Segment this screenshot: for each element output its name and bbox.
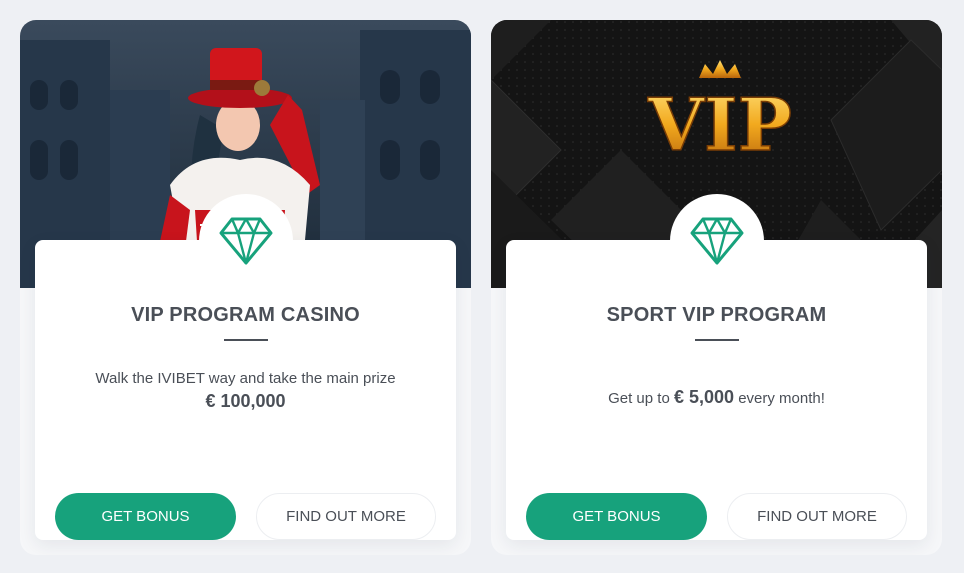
find-out-more-button[interactable]: FIND OUT MORE — [256, 493, 436, 540]
card-title: VIP PROGRAM CASINO — [131, 304, 360, 326]
diamond-badge — [669, 194, 764, 288]
card-description: Walk the IVIBET way and take the main pr… — [35, 368, 456, 412]
title-divider — [223, 339, 268, 341]
description-text: Walk the IVIBET way and take the main pr… — [95, 370, 396, 387]
description-suffix: every month! — [738, 390, 825, 407]
vip-casino-card: VIP PROGRAM CASINO Walk the IVIBET way a… — [20, 20, 471, 555]
sport-vip-info-panel: SPORT VIP PROGRAM Get up to € 5,000 ever… — [506, 194, 927, 540]
find-out-more-button[interactable]: FIND OUT MORE — [727, 493, 907, 540]
get-bonus-button[interactable]: GET BONUS — [526, 493, 707, 540]
vip-programs-section: VIP PROGRAM CASINO Walk the IVIBET way a… — [0, 0, 964, 573]
title-divider — [694, 339, 739, 341]
sport-vip-card: VIP SPORT VIP PROGRAM Get up to € 5,000 … — [491, 20, 942, 555]
diamond-badge — [198, 194, 293, 288]
diamond-icon — [219, 217, 272, 265]
prize-amount: € 5,000 — [673, 387, 735, 407]
description-prefix: Get up to — [608, 390, 670, 407]
vip-logo-text: VIP — [647, 82, 792, 167]
card-title: SPORT VIP PROGRAM — [606, 304, 827, 326]
diamond-icon — [690, 217, 743, 265]
vip-casino-info-panel: VIP PROGRAM CASINO Walk the IVIBET way a… — [35, 194, 456, 540]
get-bonus-button[interactable]: GET BONUS — [55, 493, 236, 540]
card-description: Get up to € 5,000 every month! — [506, 386, 927, 410]
prize-amount: € 100,000 — [205, 391, 286, 411]
